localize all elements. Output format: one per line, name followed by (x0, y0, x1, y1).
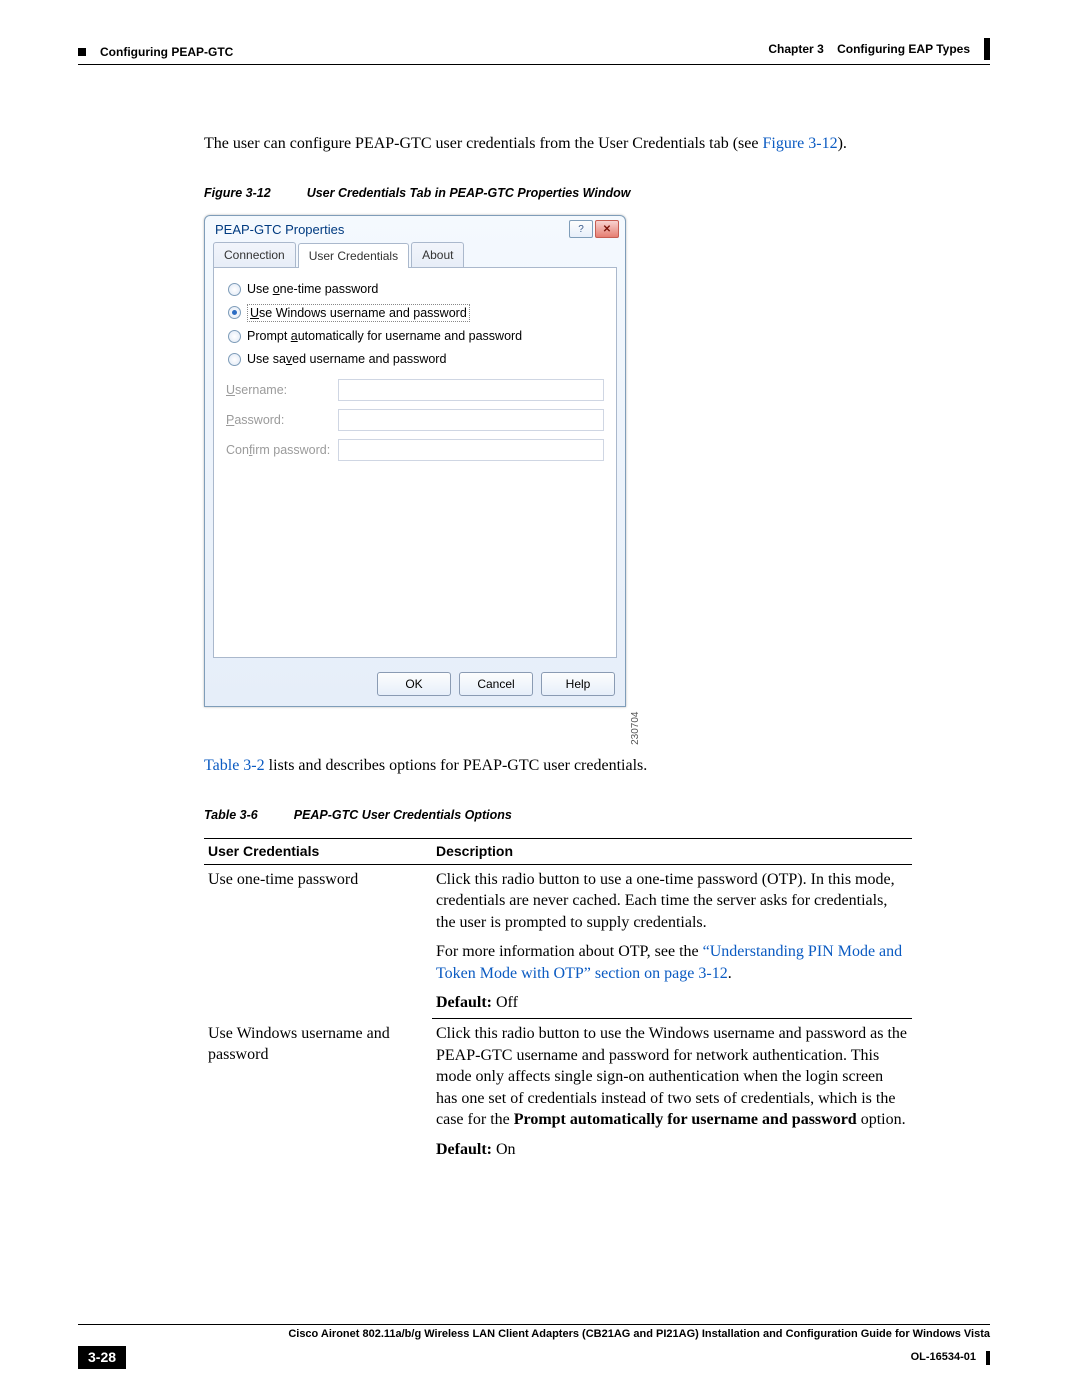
figure-caption: Figure 3-12User Credentials Tab in PEAP-… (204, 185, 990, 202)
radio-saved-credentials[interactable]: Use saved username and password (226, 348, 604, 371)
radio-icon (228, 283, 241, 296)
table-header-description: Description (432, 838, 912, 864)
table-row-desc: Click this radio button to use the Windo… (432, 1019, 912, 1135)
running-header: Configuring PEAP-GTC Chapter 3 Configuri… (78, 38, 990, 60)
password-input[interactable] (338, 409, 604, 431)
figure-image-number: 230704 (629, 711, 643, 744)
radio-icon (228, 330, 241, 343)
tab-user-credentials[interactable]: User Credentials (298, 243, 409, 267)
close-icon[interactable]: ✕ (595, 220, 619, 238)
table-row-desc: For more information about OTP, see the … (432, 937, 912, 988)
table-row-name: Use one-time password (204, 864, 432, 1019)
header-chapter-title: Configuring EAP Types (837, 42, 970, 56)
peap-properties-dialog: PEAP-GTC Properties ? ✕ Connection User … (204, 215, 626, 707)
radio-icon (228, 306, 241, 319)
ok-button[interactable]: OK (377, 672, 451, 696)
dialog-title: PEAP-GTC Properties (215, 221, 344, 239)
doc-number: OL-16534-01 (911, 1350, 976, 1365)
options-table: User Credentials Description Use one-tim… (204, 838, 912, 1165)
tab-connection[interactable]: Connection (213, 242, 296, 266)
confirm-password-input[interactable] (338, 439, 604, 461)
username-input[interactable] (338, 379, 604, 401)
cancel-button[interactable]: Cancel (459, 672, 533, 696)
table-row-name: Use Windows username and password (204, 1019, 432, 1165)
table-row-default: Default: On (432, 1135, 912, 1165)
page-number: 3-28 (78, 1346, 126, 1369)
help-icon[interactable]: ? (569, 220, 593, 238)
header-chapter-label: Chapter 3 (768, 42, 823, 56)
radio-icon (228, 353, 241, 366)
table-row-desc: Click this radio button to use a one-tim… (432, 864, 912, 937)
radio-windows-credentials[interactable]: Use Windows username and password (226, 301, 604, 326)
help-button[interactable]: Help (541, 672, 615, 696)
table-link[interactable]: Table 3-2 (204, 757, 265, 774)
footer-book-title: Cisco Aironet 802.11a/b/g Wireless LAN C… (78, 1327, 990, 1342)
table-header-user-credentials: User Credentials (204, 838, 432, 864)
radio-one-time-password[interactable]: Use one-time password (226, 278, 604, 301)
figure-link[interactable]: Figure 3-12 (762, 135, 837, 152)
header-section: Configuring PEAP-GTC (100, 44, 233, 60)
table-caption: Table 3-6PEAP-GTC User Credentials Optio… (204, 807, 990, 824)
table-row-default: Default: Off (432, 988, 912, 1018)
username-label: Username: (226, 382, 338, 399)
tab-about[interactable]: About (411, 242, 464, 266)
mid-paragraph: Table 3-2 lists and describes options fo… (204, 755, 990, 777)
intro-paragraph: The user can configure PEAP-GTC user cre… (204, 133, 990, 155)
confirm-password-label: Confirm password: (226, 442, 338, 459)
password-label: Password: (226, 412, 338, 429)
radio-prompt-automatically[interactable]: Prompt automatically for username and pa… (226, 325, 604, 348)
page-footer: Cisco Aironet 802.11a/b/g Wireless LAN C… (78, 1324, 990, 1369)
